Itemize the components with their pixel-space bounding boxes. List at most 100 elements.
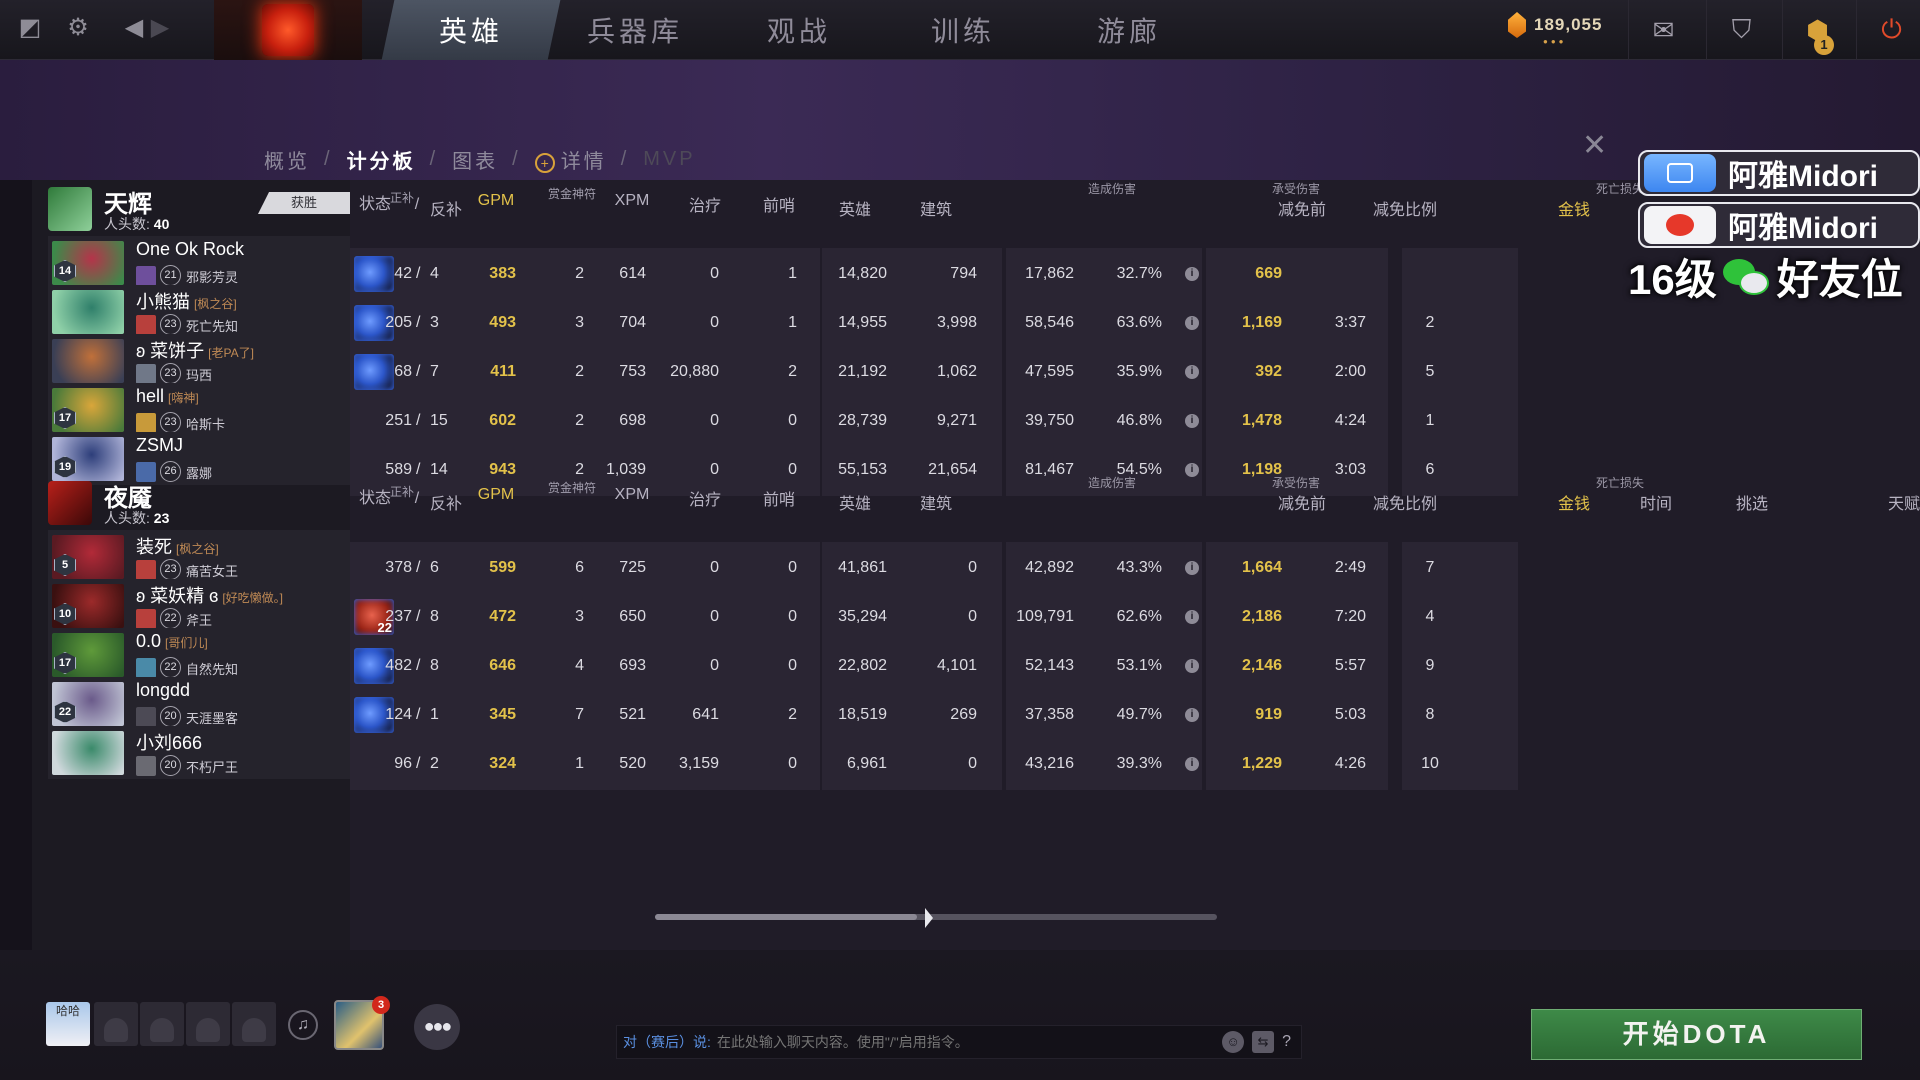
table-row[interactable]: 251/15 602 2 698 0 0 28,739 9,271 39,750 46.8% i 1,… bbox=[350, 393, 1920, 449]
tab-arcade[interactable]: 游廊 bbox=[1040, 0, 1219, 60]
mouse-cursor-icon bbox=[925, 908, 941, 928]
player-name-text: longdd bbox=[136, 680, 191, 700]
shards-progress-dots: ●●● bbox=[1543, 37, 1567, 46]
player-name[interactable]: 小熊猫 [枫之谷] bbox=[136, 288, 237, 314]
player-name-text: One Ok Rock bbox=[136, 239, 245, 259]
pick-order-value: 5 bbox=[1425, 363, 1435, 380]
player-name[interactable]: ʚ 菜妖精 ɞ [好吃懒做。] bbox=[136, 582, 283, 608]
party-slot-empty[interactable] bbox=[232, 1002, 276, 1046]
player-name[interactable]: ʚ 菜饼子 [老PA了] bbox=[136, 337, 254, 363]
party-slot-empty[interactable] bbox=[94, 1002, 138, 1046]
pick-order-value: 10 bbox=[1421, 755, 1439, 772]
team-kills: 人头数: 23 bbox=[104, 508, 169, 528]
store-icon[interactable]: ⛉ bbox=[1706, 0, 1776, 60]
dota-plus-icon[interactable]: ◩ bbox=[16, 14, 44, 42]
pick-order-value: 2 bbox=[1425, 314, 1435, 331]
chat-input[interactable] bbox=[716, 1034, 1223, 1050]
hero-name: 哈斯卡 bbox=[186, 417, 226, 432]
voice-chat-icon[interactable]: ♫ bbox=[288, 1010, 318, 1040]
close-icon[interactable]: ✕ bbox=[1582, 128, 1607, 163]
hero-name: 邪影芳灵 bbox=[186, 270, 239, 285]
table-row[interactable]: 96/2 324 1 520 3,159 0 6,961 0 43,216 39.3% i 1,229… bbox=[350, 736, 1920, 792]
forward-arrow-icon[interactable]: ▶ bbox=[146, 14, 174, 42]
player-name[interactable]: 0.0 [哥们儿] bbox=[136, 631, 208, 652]
notification-badge: 1 bbox=[1814, 35, 1834, 55]
table-row[interactable]: 22 237/8 472 3 650 0 0 35,294 0 109,791 62.6% i 2,18… bbox=[350, 589, 1920, 645]
overlay-bilibili-tag: 阿雅Midori bbox=[1638, 150, 1920, 196]
hero-portrait[interactable] bbox=[52, 290, 124, 334]
radiant-emblem-icon bbox=[48, 187, 92, 231]
pick-order-value: 9 bbox=[1425, 657, 1435, 674]
subnav-separator: / bbox=[620, 148, 630, 170]
chat-channel-label[interactable]: 对（赛后）说: bbox=[623, 1032, 711, 1052]
dota-logo-button[interactable] bbox=[214, 0, 362, 60]
team-kills-label: 人头数: bbox=[104, 216, 150, 232]
player-name[interactable]: 小刘666 bbox=[136, 729, 202, 755]
player-avatar[interactable]: 哈哈 bbox=[46, 1002, 90, 1046]
name-prefix: ʚ bbox=[136, 586, 146, 606]
emoticon-icon[interactable]: ☺ bbox=[1222, 1031, 1245, 1053]
table-row[interactable]: 68/7 411 2 753 20,880 2 21,192 1,062 47,595 35.9%… bbox=[350, 344, 1920, 400]
party-slot-empty[interactable] bbox=[186, 1002, 230, 1046]
header-hero-damage: 英雄 bbox=[838, 496, 871, 513]
power-icon[interactable]: ⏻ bbox=[1856, 0, 1920, 60]
player-name[interactable]: ZSMJ bbox=[136, 435, 183, 456]
party-group-icon[interactable]: ●●● bbox=[414, 1004, 460, 1050]
tab-armory[interactable]: 兵器库 bbox=[546, 0, 725, 60]
header-before-reduction: 减免前 bbox=[1277, 202, 1326, 219]
header-bounty-runes: 赏金神符 bbox=[548, 187, 597, 201]
item-count-badge: 3 bbox=[372, 996, 390, 1014]
role-icon bbox=[136, 364, 156, 384]
time-dead-value: 3:37 bbox=[1334, 314, 1366, 331]
gear-icon[interactable]: ⚙ bbox=[64, 14, 92, 42]
back-arrow-icon[interactable]: ◀ bbox=[120, 14, 148, 42]
subnav-separator: / bbox=[324, 148, 333, 170]
player-name-text: 小刘666 bbox=[136, 733, 203, 753]
team-kills: 人头数: 40 bbox=[104, 214, 169, 234]
table-row[interactable]: 482/8 646 4 693 0 0 22,802 4,101 52,143 53.1% i 2,1… bbox=[350, 638, 1920, 694]
tab-heroes[interactable]: 英雄 bbox=[381, 0, 561, 60]
hero-portrait[interactable] bbox=[52, 731, 124, 775]
name-suffix: ɞ bbox=[209, 586, 219, 606]
dota-logo-icon bbox=[262, 4, 314, 56]
subnav-mvp: MVP bbox=[643, 148, 696, 170]
hero-name: 痛苦女王 bbox=[186, 564, 239, 579]
party-slot-empty[interactable] bbox=[140, 1002, 184, 1046]
shards-counter[interactable]: 189,055 bbox=[1508, 12, 1602, 38]
account-level-badge: 20 bbox=[160, 706, 181, 727]
overlay-wechat-line: 16级 好友位 bbox=[1628, 256, 1903, 303]
subnav-details[interactable]: + 详情 bbox=[534, 145, 607, 174]
header-xpm: XPM bbox=[614, 192, 650, 209]
hero-portrait[interactable] bbox=[52, 339, 124, 383]
account-level-badge: 20 bbox=[160, 755, 181, 776]
header-hero-damage: 英雄 bbox=[838, 202, 871, 219]
player-name[interactable]: 装死 [枫之谷] bbox=[136, 533, 219, 559]
header-death-loss-group: 死亡损失 bbox=[1596, 476, 1645, 490]
weibo-icon bbox=[1644, 206, 1716, 244]
player-name[interactable]: longdd bbox=[136, 680, 190, 701]
header-talent: 天赋 bbox=[1887, 496, 1920, 513]
player-name-text: 菜妖精 bbox=[150, 586, 205, 606]
subnav-scoreboard[interactable]: 计分板 bbox=[347, 145, 416, 174]
table-row[interactable]: 124/1 345 7 521 641 2 18,519 269 37,358 49.7% i 919… bbox=[350, 687, 1920, 743]
time-dead-value: 5:03 bbox=[1334, 706, 1366, 723]
table-row[interactable]: 378/6 599 6 725 0 0 41,861 0 42,892 43.3% i 1,664 2:… bbox=[350, 540, 1920, 596]
chat-help-icon[interactable]: ? bbox=[1282, 1033, 1291, 1051]
pick-order-value: 7 bbox=[1425, 559, 1435, 576]
header-gpm: GPM bbox=[477, 486, 515, 503]
scrollbar-thumb[interactable] bbox=[655, 914, 917, 920]
player-name[interactable]: hell [嗨神] bbox=[136, 386, 199, 407]
tab-watch[interactable]: 观战 bbox=[710, 0, 889, 60]
header-pick: 挑选 bbox=[1735, 496, 1768, 513]
time-dead-value: 2:00 bbox=[1334, 363, 1366, 380]
subnav-overview[interactable]: 概览 bbox=[264, 145, 310, 174]
subnav-graphs[interactable]: 图表 bbox=[452, 145, 498, 174]
play-dota-button[interactable]: 开始DOTA bbox=[1531, 1009, 1862, 1060]
mail-icon[interactable]: ✉ bbox=[1628, 0, 1698, 60]
team-kills-value: 40 bbox=[153, 216, 170, 232]
player-name-text: 小熊猫 bbox=[136, 292, 190, 312]
chat-wheel-icon[interactable]: ⇆ bbox=[1252, 1031, 1275, 1053]
header-gpm: GPM bbox=[477, 192, 515, 209]
tab-learn[interactable]: 训练 bbox=[874, 0, 1053, 60]
player-name[interactable]: One Ok Rock bbox=[136, 239, 244, 260]
